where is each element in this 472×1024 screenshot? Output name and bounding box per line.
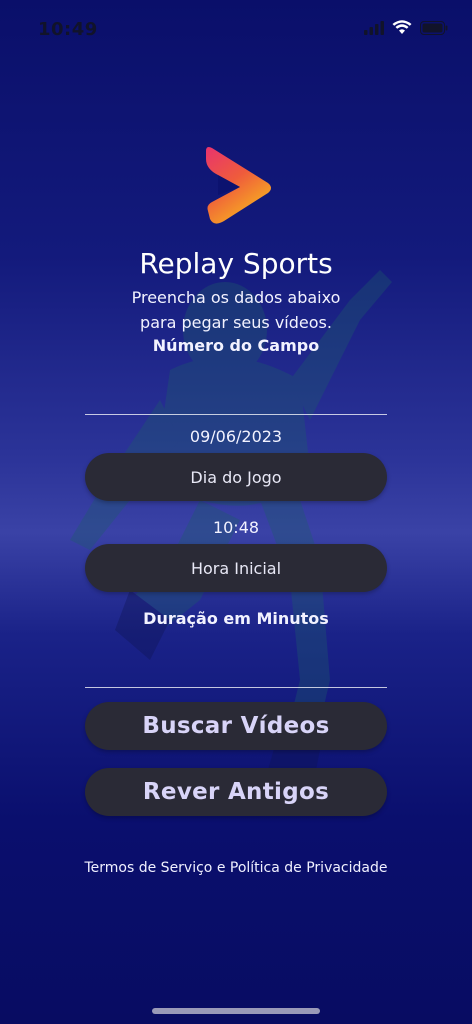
home-indicator (152, 1008, 320, 1014)
review-old-button[interactable]: Rever Antigos (85, 768, 387, 816)
start-time-button[interactable]: Hora Inicial (85, 544, 387, 592)
game-date-button[interactable]: Dia do Jogo (85, 453, 387, 501)
cellular-signal-icon (364, 20, 384, 35)
search-videos-button[interactable]: Buscar Vídeos (85, 702, 387, 750)
app-title: Replay Sports (139, 247, 333, 280)
battery-icon (420, 20, 448, 35)
selected-date: 09/06/2023 (189, 427, 283, 446)
duration-label[interactable]: Duração em Minutos (0, 609, 472, 628)
terms-privacy-link[interactable]: Termos de Serviço e Política de Privacid… (0, 860, 472, 876)
play-logo-icon (206, 147, 271, 224)
wifi-icon (392, 20, 412, 34)
status-icons (364, 20, 448, 35)
status-time: 10:49 (38, 19, 98, 40)
status-bar: 10:49 (0, 0, 472, 60)
subtitle-line-2: para pegar seus vídeos. (140, 313, 332, 332)
subtitle-line-1: Preencha os dados abaixo (131, 288, 341, 307)
divider-top (85, 414, 387, 415)
selected-time: 10:48 (212, 518, 260, 537)
divider-bottom (85, 687, 387, 688)
field-number-label: Número do Campo (152, 336, 320, 355)
